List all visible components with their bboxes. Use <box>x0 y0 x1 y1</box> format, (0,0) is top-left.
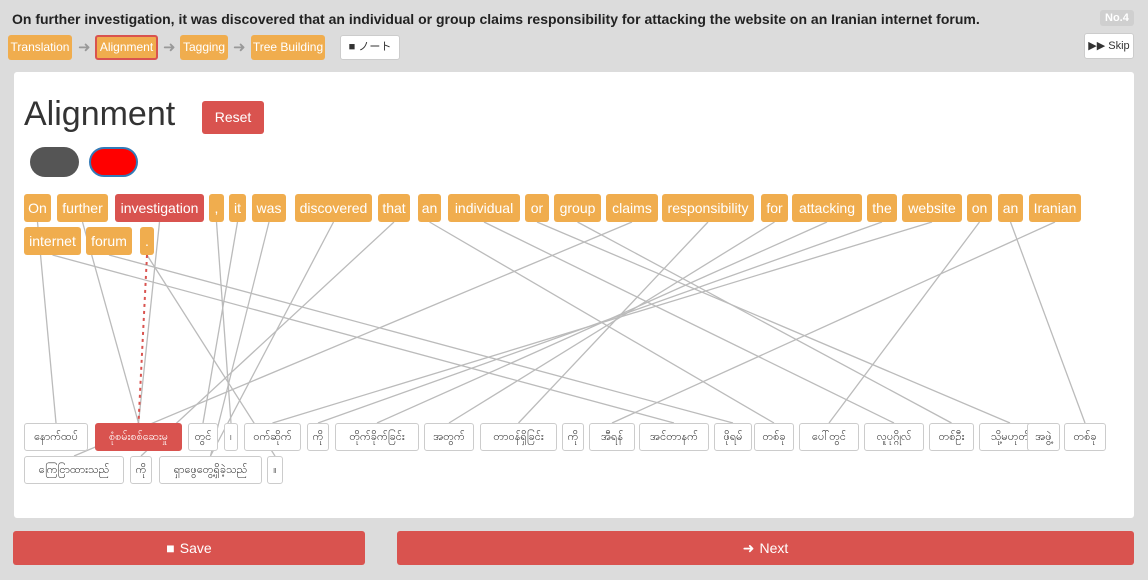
source-token[interactable]: attacking <box>792 194 862 222</box>
target-token[interactable]: စုံစမ်းစစ်ဆေးမှု <box>95 423 182 451</box>
save-button-label: Save <box>179 540 212 556</box>
alignment-line <box>317 221 883 424</box>
target-token[interactable]: ၊ <box>224 423 238 451</box>
source-token[interactable]: forum <box>86 227 132 255</box>
target-token[interactable]: အင်တာနက် <box>639 423 709 451</box>
alignment-lines <box>36 221 1086 457</box>
source-token[interactable]: group <box>554 194 601 222</box>
target-token[interactable]: ကို <box>130 456 152 484</box>
source-token[interactable]: for <box>761 194 788 222</box>
target-token[interactable]: တစ်ခု <box>754 423 794 451</box>
source-token[interactable]: investigation <box>115 194 204 222</box>
source-token[interactable]: On <box>24 194 51 222</box>
target-token[interactable]: အီရန် <box>589 423 635 451</box>
target-token[interactable]: တာဝန်ရှိခြင်း <box>480 423 557 451</box>
floppy-icon: ■ <box>166 540 175 556</box>
target-token[interactable]: တစ်ဦး <box>929 423 974 451</box>
source-token[interactable]: or <box>525 194 549 222</box>
arrow-right-icon: ➜ <box>742 540 755 556</box>
skip-button-label: Skip <box>1108 40 1130 52</box>
target-token[interactable]: ။ <box>267 456 283 484</box>
source-token[interactable]: individual <box>448 194 520 222</box>
source-token[interactable]: was <box>252 194 286 222</box>
note-button[interactable]: ■ ノート <box>340 35 400 60</box>
source-token[interactable]: the <box>867 194 897 222</box>
target-token[interactable]: ကို <box>562 423 584 451</box>
source-token[interactable]: responsibility <box>662 194 754 222</box>
source-token[interactable]: on <box>967 194 992 222</box>
step-tagging[interactable]: Tagging <box>180 35 228 60</box>
source-token[interactable]: an <box>998 194 1023 222</box>
sentence-number-badge: No.4 <box>1100 10 1134 26</box>
alignment-line <box>108 254 734 424</box>
target-token[interactable]: နောက်ထပ် <box>24 423 88 451</box>
target-token[interactable]: အဖွဲ့ <box>1027 423 1060 451</box>
target-token[interactable]: ဝက်ဆိုက် <box>244 423 301 451</box>
alignment-line <box>52 254 675 424</box>
step-arrow-icon: ➜ <box>233 39 246 56</box>
alignment-panel: Alignment Reset On further investigation, i… <box>14 72 1134 518</box>
target-token[interactable]: ဖိုရမ် <box>714 423 752 451</box>
note-button-label: ノート <box>358 41 392 53</box>
fast-forward-icon: ▶▶ <box>1088 40 1109 52</box>
alignment-line <box>828 221 981 424</box>
source-token[interactable]: website <box>902 194 962 222</box>
target-token[interactable]: အတွက် <box>424 423 474 451</box>
source-token[interactable]: Iranian <box>1029 194 1081 222</box>
source-sentence: On further investigation, it was discove… <box>12 11 980 27</box>
target-token[interactable]: တိုက်ခိုက်ခြင်း <box>335 423 419 451</box>
source-token[interactable]: discovered <box>295 194 372 222</box>
source-token[interactable]: that <box>378 194 410 222</box>
target-token[interactable]: တွင် <box>188 423 218 451</box>
step-arrow-icon: ➜ <box>163 39 176 56</box>
target-token[interactable]: လူပုဂ္ဂိုလ် <box>864 423 924 451</box>
source-token[interactable]: further <box>57 194 108 222</box>
source-token[interactable]: it <box>229 194 246 222</box>
alignment-line <box>577 221 952 424</box>
target-token[interactable]: ကို <box>307 423 329 451</box>
alignment-line <box>448 221 775 424</box>
next-button-label: Next <box>759 540 789 556</box>
alignment-line <box>140 221 395 457</box>
step-tree-building[interactable]: Tree Building <box>251 35 325 60</box>
alignment-line <box>536 221 1011 424</box>
target-token[interactable]: ရှာဖွေတွေ့ရှိခဲ့သည် <box>159 456 262 484</box>
source-token[interactable]: . <box>140 227 154 255</box>
target-token[interactable]: ကြေငြာထားသည် <box>24 456 124 484</box>
step-alignment[interactable]: Alignment <box>95 35 158 60</box>
source-token[interactable]: claims <box>606 194 658 222</box>
source-token[interactable]: internet <box>24 227 81 255</box>
step-arrow-icon: ➜ <box>78 39 91 56</box>
comment-icon: ■ <box>348 41 359 53</box>
target-token[interactable]: ပေါ်တွင် <box>799 423 859 451</box>
next-button[interactable]: ➜ Next <box>397 531 1134 565</box>
alignment-line <box>1009 221 1086 424</box>
skip-button[interactable]: ▶▶ Skip <box>1084 33 1134 59</box>
target-token[interactable]: တစ်ခု <box>1064 423 1106 451</box>
alignment-line <box>202 221 239 424</box>
step-translation[interactable]: Translation <box>8 35 72 60</box>
source-token[interactable]: an <box>418 194 441 222</box>
save-button[interactable]: ■ Save <box>13 531 365 565</box>
source-token[interactable]: , <box>209 194 224 222</box>
alignment-line <box>209 221 335 457</box>
